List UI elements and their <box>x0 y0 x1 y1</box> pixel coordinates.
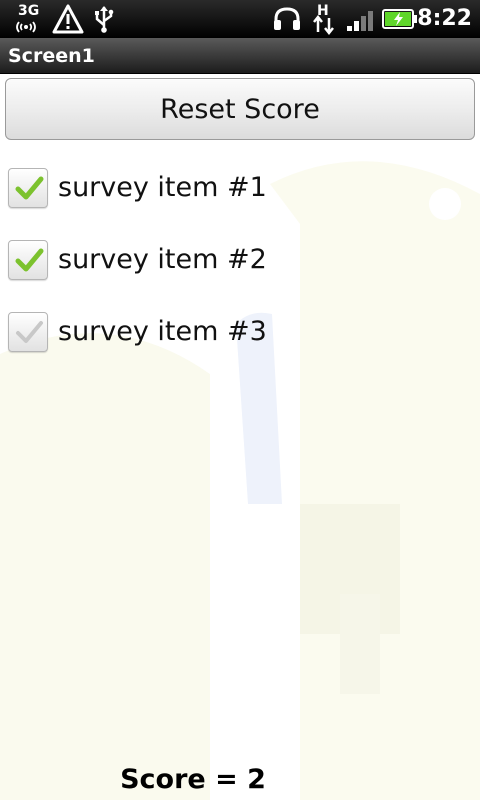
status-bar: 3G H 8:22 <box>0 0 480 38</box>
survey-item-3[interactable]: survey item #3 <box>0 300 480 372</box>
battery-charging-icon <box>382 9 418 33</box>
survey-item-1-checkbox[interactable] <box>8 168 48 208</box>
survey-item-3-label: survey item #3 <box>58 316 267 347</box>
survey-item-1-label: survey item #1 <box>58 172 267 203</box>
clock-time: 8:22 <box>417 6 472 31</box>
app-screen: 3G H 8:22 Screen1 Reset Score survey ite… <box>0 0 480 800</box>
main-content: Reset Score survey item #1 survey item #… <box>0 74 480 800</box>
network-type-label: 3G <box>18 3 40 19</box>
survey-list: survey item #1 survey item #2 survey ite… <box>0 156 480 372</box>
checkmark-icon <box>15 176 44 200</box>
survey-item-1[interactable]: survey item #1 <box>0 156 480 228</box>
unchecked-mark-icon <box>16 321 43 343</box>
title-bar: Screen1 <box>0 38 480 74</box>
survey-item-2-label: survey item #2 <box>58 244 267 275</box>
usb-icon <box>92 5 116 37</box>
network-3g-icon: 3G <box>4 2 44 36</box>
hsdpa-data-icon: H <box>310 2 338 40</box>
signal-bars-icon <box>346 10 376 36</box>
survey-item-3-checkbox[interactable] <box>8 312 48 352</box>
warning-icon <box>52 4 84 38</box>
screen-title: Screen1 <box>8 45 95 67</box>
checkmark-icon <box>15 248 44 272</box>
score-label: Score = 2 <box>120 764 266 795</box>
headphones-icon <box>272 6 302 36</box>
reset-score-button[interactable]: Reset Score <box>5 78 475 140</box>
survey-item-2-checkbox[interactable] <box>8 240 48 280</box>
survey-item-2[interactable]: survey item #2 <box>0 228 480 300</box>
